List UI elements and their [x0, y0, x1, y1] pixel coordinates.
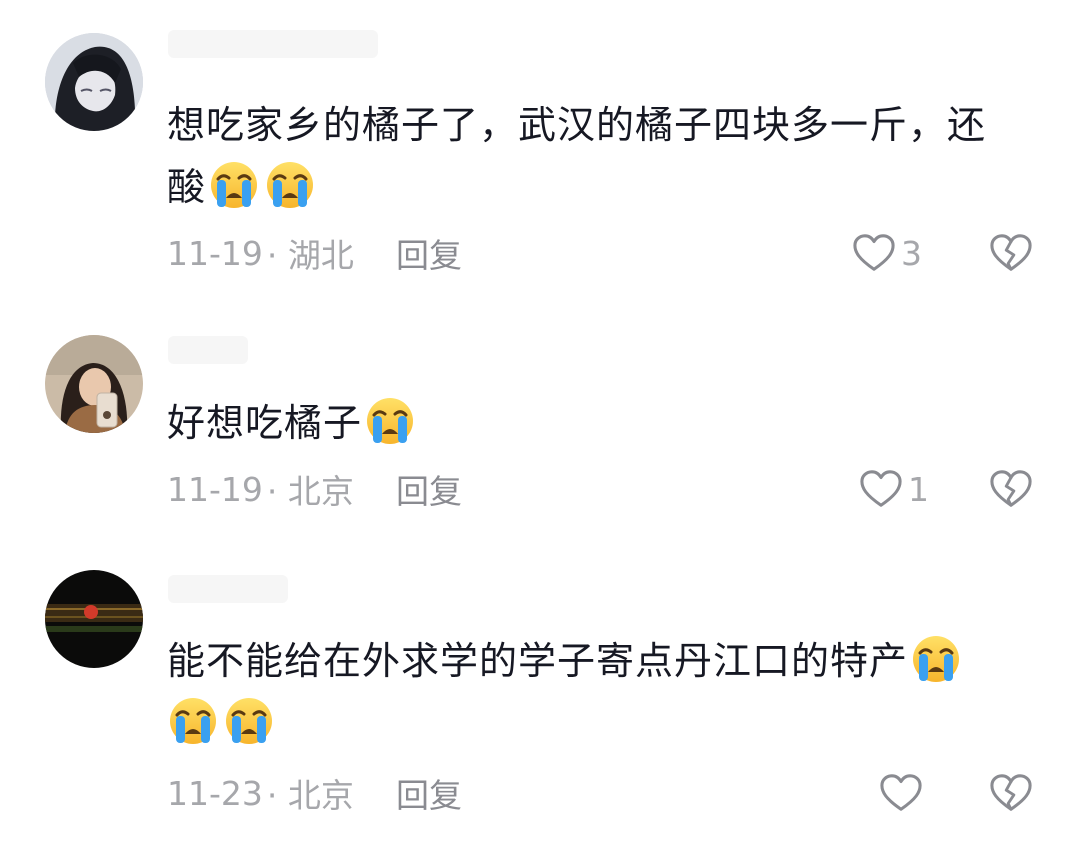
comment-meta: 11-23 · 北京 回复 [167, 768, 462, 818]
comment-date: 11-23 [167, 773, 263, 813]
avatar[interactable] [45, 570, 143, 668]
comment-item: 能不能给在外求学的学子寄点丹江口的特产 11-23 · 北京 回复 [0, 0, 1080, 857]
broken-heart-icon [990, 773, 1032, 813]
heart-outline-icon [880, 773, 922, 813]
crying-face-emoji [910, 632, 962, 684]
crying-face-emoji [167, 694, 219, 746]
dislike-button[interactable] [990, 768, 1032, 818]
like-button[interactable] [880, 768, 928, 818]
comment-text-part: 能不能给在外求学的学子寄点丹江口的特产 [167, 639, 909, 683]
reply-button[interactable]: 回复 [396, 769, 462, 817]
crying-face-emoji [223, 694, 275, 746]
comment-text: 能不能给在外求学的学子寄点丹江口的特产 [167, 630, 1037, 754]
comment-location: · 北京 [266, 776, 354, 815]
username[interactable] [168, 575, 288, 603]
